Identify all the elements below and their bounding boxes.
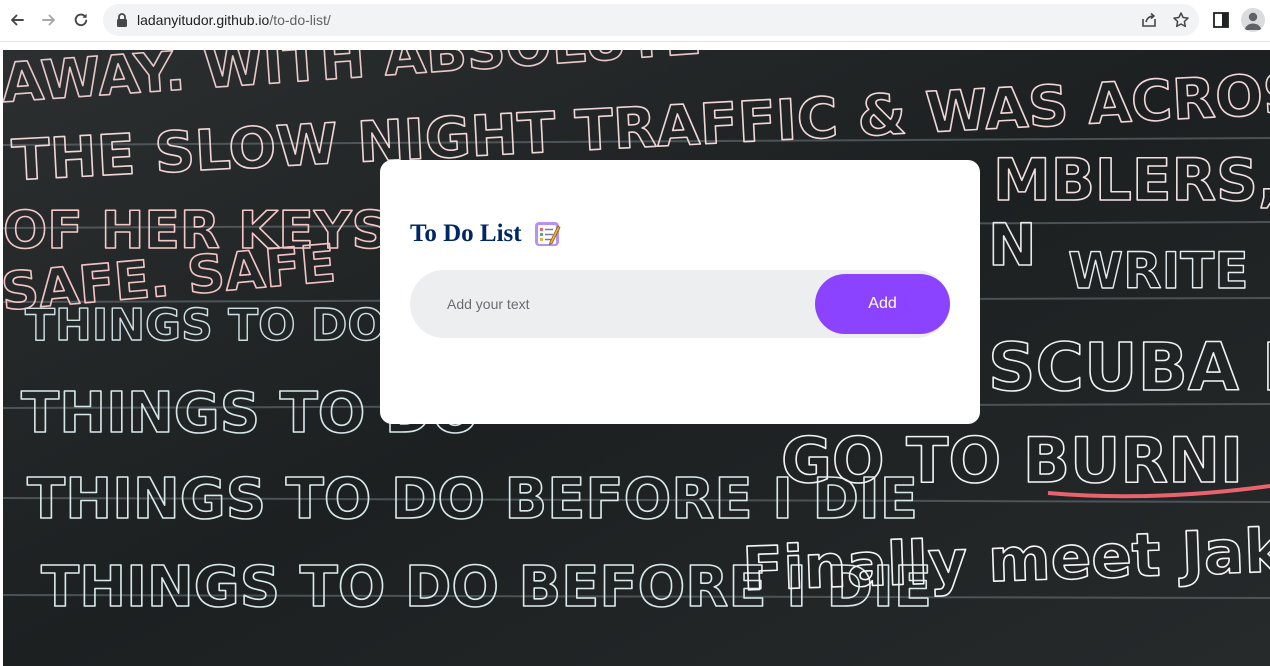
chalk-line: N xyxy=(988,211,1037,279)
todo-card: To Do List Add xyxy=(380,160,980,424)
back-button[interactable] xyxy=(4,7,30,33)
task-input[interactable] xyxy=(410,270,810,338)
lock-icon xyxy=(117,13,127,27)
reload-icon xyxy=(74,13,88,27)
page-viewport: AWAY. WITH ABSOLUTE THE SLOW NIGHT TRAFF… xyxy=(3,50,1270,666)
address-bar[interactable]: ladanyitudor.github.io/to-do-list/ xyxy=(103,4,1199,36)
share-icon[interactable] xyxy=(1140,11,1158,29)
chalk-line: SCUBA D xyxy=(988,329,1270,406)
star-icon[interactable] xyxy=(1172,11,1190,29)
reload-button[interactable] xyxy=(68,7,94,33)
add-button[interactable]: Add xyxy=(815,274,950,334)
person-icon xyxy=(1244,12,1262,30)
url-path: /to-do-list/ xyxy=(269,12,331,28)
task-input-row: Add xyxy=(410,270,950,338)
page-title: To Do List xyxy=(410,220,522,247)
chalk-line: MBLERS, xyxy=(993,146,1270,214)
back-arrow-icon xyxy=(11,14,24,26)
chalk-line: WRITE xyxy=(1068,242,1249,300)
todo-header: To Do List xyxy=(410,220,561,248)
forward-arrow-icon xyxy=(42,14,55,26)
profile-avatar-icon[interactable] xyxy=(1241,8,1265,32)
url-host: ladanyitudor.github.io xyxy=(137,12,270,28)
chalk-line: THINGS TO DO xyxy=(25,300,385,351)
notepad-checklist-icon xyxy=(534,222,561,246)
side-panel-icon[interactable] xyxy=(1211,10,1231,30)
forward-button[interactable] xyxy=(36,7,62,33)
browser-toolbar: ladanyitudor.github.io/to-do-list/ xyxy=(0,0,1270,42)
chalk-line: GO TO BURNI xyxy=(781,424,1243,497)
url-text: ladanyitudor.github.io/to-do-list/ xyxy=(137,12,331,28)
